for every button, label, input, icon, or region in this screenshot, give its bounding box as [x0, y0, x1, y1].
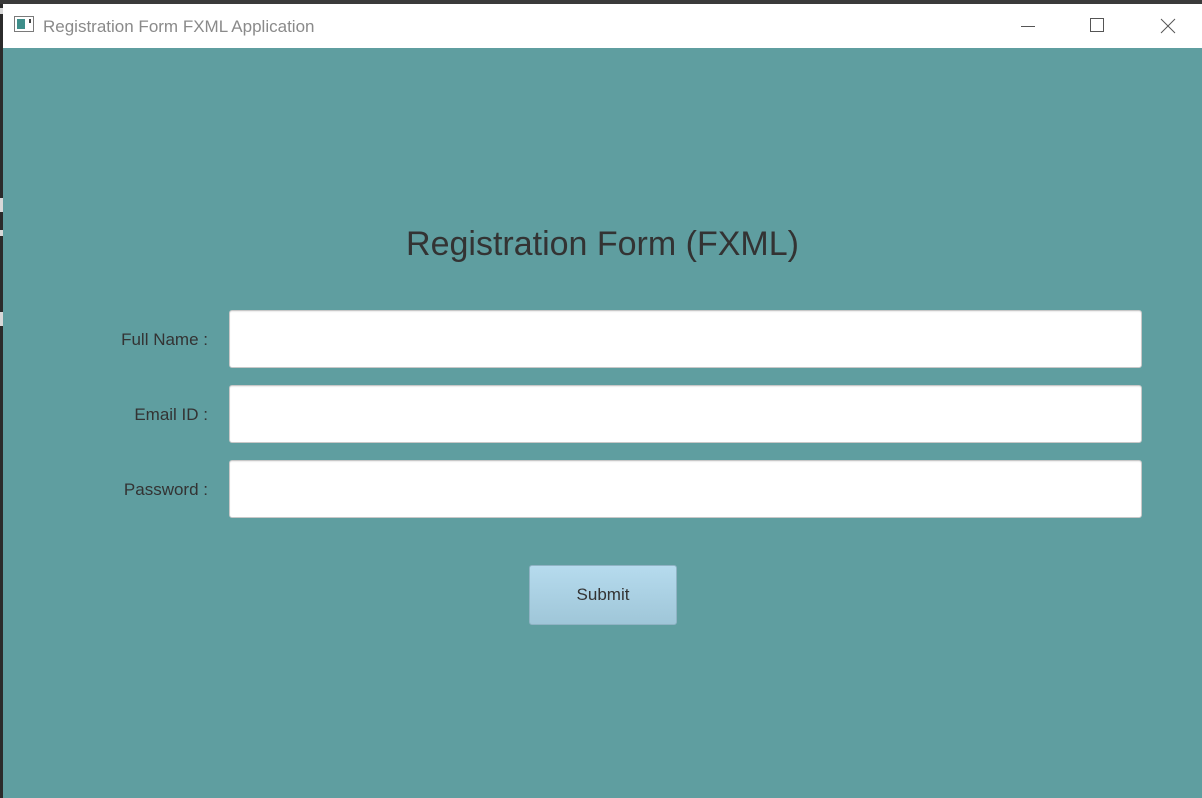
maximize-icon — [1090, 18, 1104, 32]
close-button[interactable] — [1144, 4, 1190, 48]
full-name-label: Full Name : — [121, 330, 208, 349]
submit-button[interactable]: Submit — [529, 565, 677, 625]
email-label: Email ID : — [134, 405, 208, 424]
java-app-icon — [14, 16, 34, 32]
app-window: Registration Form FXML Application Regis… — [3, 4, 1202, 798]
email-field[interactable] — [229, 385, 1142, 443]
full-name-field[interactable] — [229, 310, 1142, 368]
minimize-icon — [1021, 26, 1035, 27]
password-label: Password : — [123, 480, 208, 499]
minimize-button[interactable] — [1004, 4, 1050, 48]
form-heading: Registration Form (FXML) — [406, 225, 799, 263]
maximize-button[interactable] — [1074, 4, 1120, 48]
password-field[interactable] — [229, 460, 1142, 518]
window-title: Registration Form FXML Application — [43, 17, 315, 36]
title-bar[interactable]: Registration Form FXML Application — [3, 4, 1202, 48]
close-icon — [1160, 18, 1176, 34]
